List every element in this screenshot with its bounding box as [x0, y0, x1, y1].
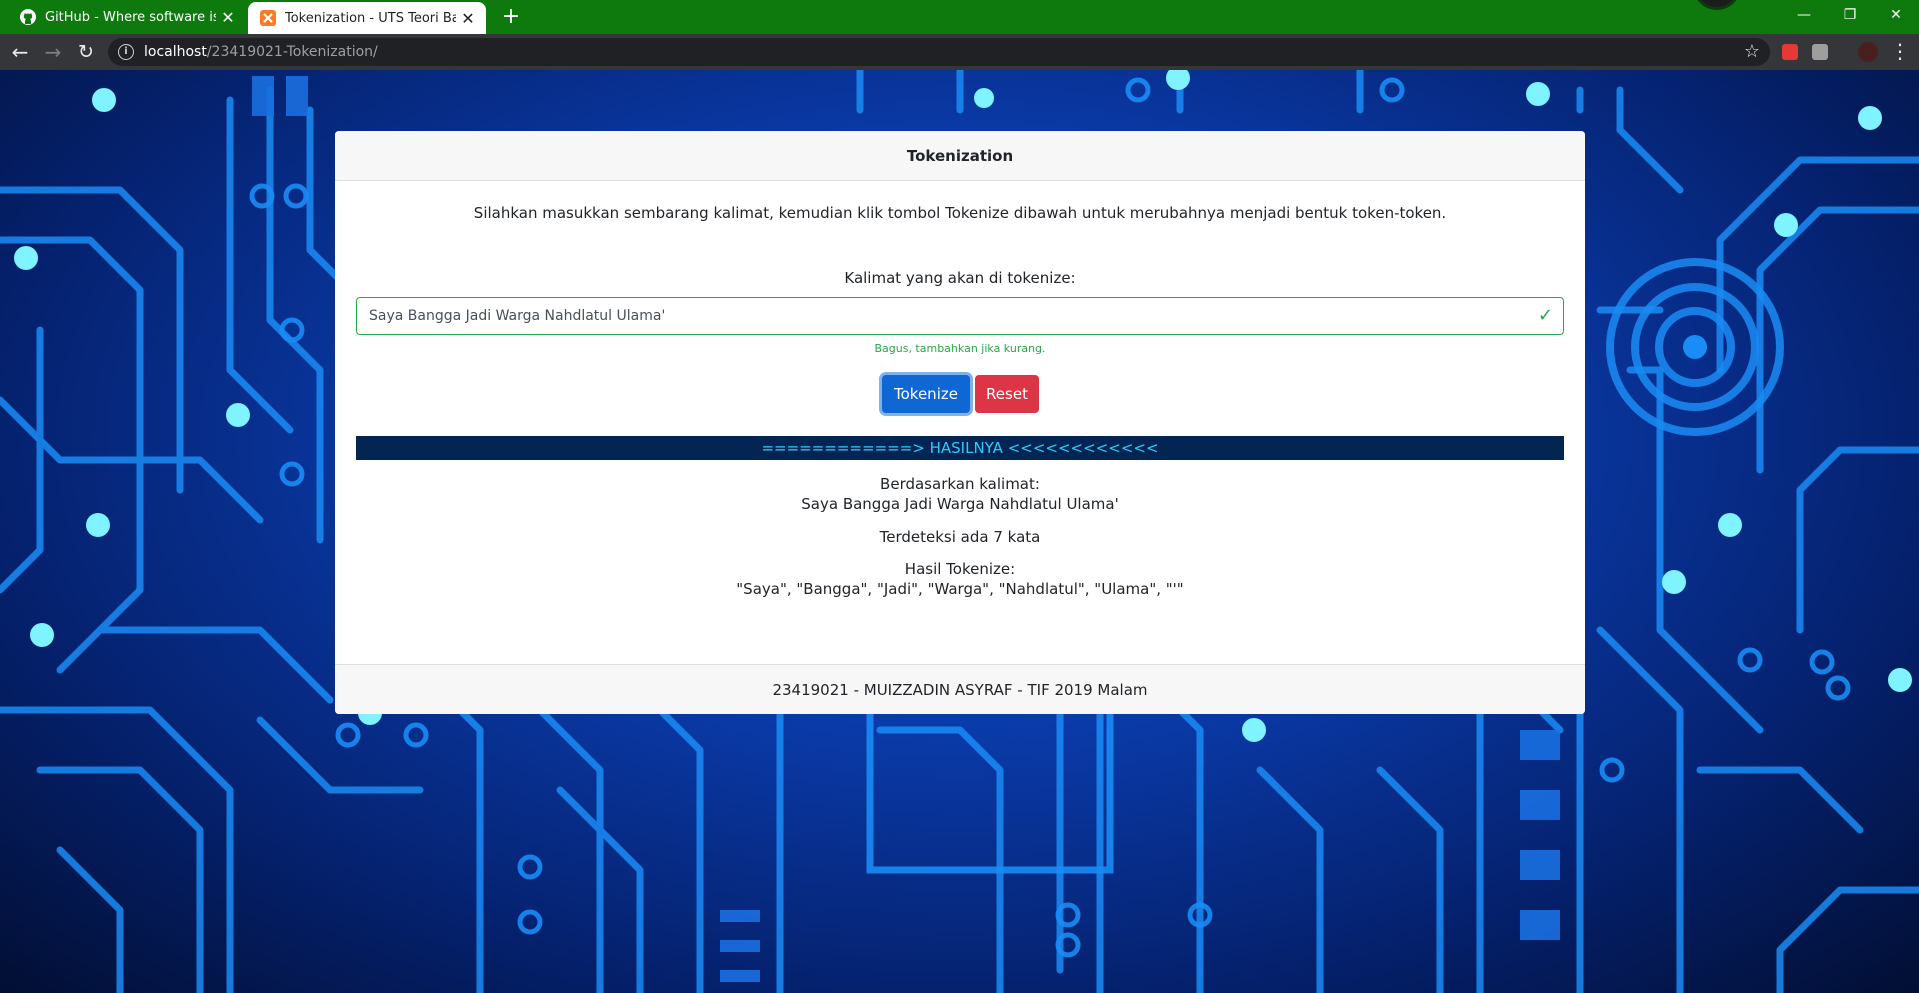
more-menu-icon[interactable]: ⋮	[1890, 38, 1910, 66]
reload-icon[interactable]: ↻	[72, 38, 100, 66]
close-icon[interactable]: ✕	[216, 8, 240, 27]
profile-avatar-icon[interactable]	[1693, 0, 1741, 10]
close-icon[interactable]: ✕	[456, 9, 480, 28]
address-bar[interactable]: i localhost /23419021-Tokenization/ ☆	[108, 38, 1770, 66]
minimize-button[interactable]: —	[1781, 0, 1827, 30]
close-window-button[interactable]: ✕	[1873, 0, 1919, 30]
tab-title: Tokenization - UTS Teori Bahasa	[285, 10, 456, 26]
extension-icon[interactable]	[1782, 44, 1798, 60]
tokens-label: Hasil Tokenize:	[904, 560, 1016, 578]
check-icon: ✓	[1537, 305, 1553, 326]
result-header-bar: ============> HASILNYA <<<<<<<<<<<<	[356, 436, 1564, 460]
word-count-text: Terdeteksi ada 7 kata	[879, 528, 1041, 546]
forward-arrow-icon[interactable]: →	[39, 38, 67, 66]
account-avatar[interactable]	[1858, 42, 1878, 62]
based-on-label: Berdasarkan kalimat:	[880, 475, 1040, 493]
reset-button[interactable]: Reset	[975, 375, 1039, 413]
url-host: localhost	[144, 44, 207, 60]
url-path: /23419021-Tokenization/	[206, 44, 378, 60]
xampp-icon	[260, 10, 276, 26]
tab-title: GitHub - Where software is built	[45, 9, 216, 25]
tokens-result: "Saya", "Bangga", "Jadi", "Warga", "Nahd…	[736, 580, 1184, 598]
info-icon[interactable]: i	[118, 44, 134, 60]
valid-feedback-text: Bagus, tambahkan jika kurang.	[874, 342, 1046, 355]
browser-toolbar: ← → ↻ i localhost /23419021-Tokenization…	[0, 34, 1919, 70]
tab-github[interactable]: GitHub - Where software is built ✕	[8, 0, 246, 34]
maximize-button[interactable]: ❐	[1827, 0, 1873, 30]
new-tab-button[interactable]: +	[498, 4, 524, 30]
card-header-title: Tokenization	[335, 131, 1585, 181]
sentence-input[interactable]: Saya Bangga Jadi Warga Nahdlatul Ulama' …	[356, 297, 1564, 335]
sentence-input-label: Kalimat yang akan di tokenize:	[844, 269, 1076, 287]
browser-tab-strip: GitHub - Where software is built ✕ Token…	[0, 0, 1919, 34]
tokenization-card: Tokenization Silahkan masukkan sembarang…	[335, 131, 1585, 714]
tab-tokenization[interactable]: Tokenization - UTS Teori Bahasa ✕	[248, 2, 486, 34]
sentence-input-value: Saya Bangga Jadi Warga Nahdlatul Ulama'	[369, 308, 666, 324]
github-icon	[20, 9, 36, 25]
bookmark-star-icon[interactable]: ☆	[1744, 41, 1760, 62]
card-footer-credit: 23419021 - MUIZZADIN ASYRAF - TIF 2019 M…	[335, 664, 1585, 714]
extension-icon[interactable]	[1812, 44, 1828, 60]
input-sentence-echo: Saya Bangga Jadi Warga Nahdlatul Ulama'	[801, 495, 1119, 513]
tokenize-button[interactable]: Tokenize	[882, 375, 970, 413]
intro-text: Silahkan masukkan sembarang kalimat, kem…	[473, 204, 1447, 222]
back-arrow-icon[interactable]: ←	[6, 38, 34, 66]
